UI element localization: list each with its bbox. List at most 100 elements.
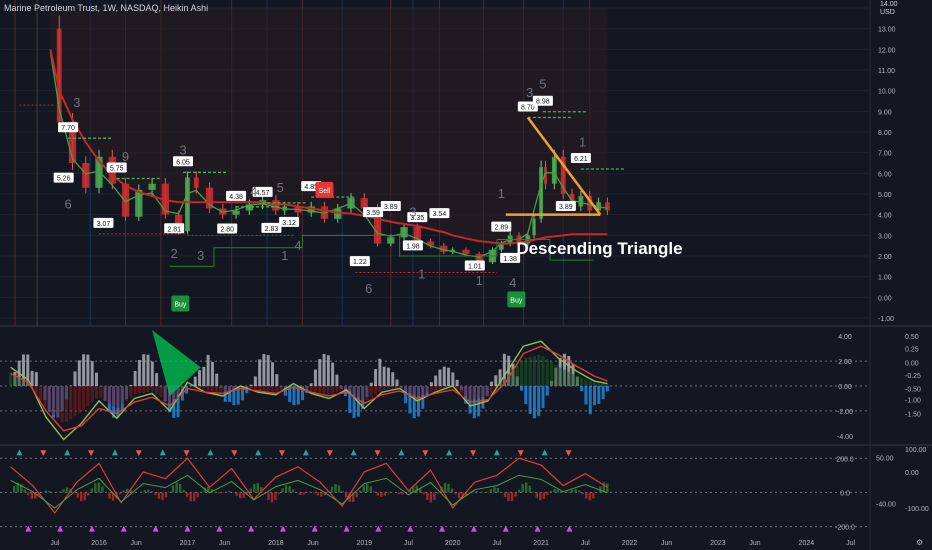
osc2-right-axis-tick: 50.00 bbox=[876, 455, 894, 462]
price-label: 1.01 bbox=[468, 263, 482, 270]
osc1-histogram-bar bbox=[593, 386, 597, 406]
osc1-histogram-bar bbox=[532, 386, 536, 419]
osc2-histogram-bar bbox=[44, 490, 48, 493]
price-candle bbox=[604, 202, 610, 211]
time-axis-tick: Jul bbox=[492, 540, 501, 547]
osc1-histogram-bar bbox=[528, 386, 532, 414]
osc1-momentum-bar bbox=[112, 386, 116, 407]
osc1-momentum-bar bbox=[597, 383, 601, 386]
price-candle bbox=[462, 249, 470, 254]
osc1-momentum-bar bbox=[69, 386, 73, 419]
osc1-momentum-bar bbox=[537, 355, 541, 386]
osc2-histogram-bar bbox=[122, 490, 125, 493]
osc2-histogram-bar bbox=[48, 490, 51, 493]
osc1-momentum-bar bbox=[605, 384, 609, 386]
osc1-histogram-bar bbox=[266, 355, 270, 386]
osc1-momentum-bar bbox=[481, 386, 485, 398]
osc1-momentum-bar bbox=[524, 357, 528, 386]
price-candle bbox=[148, 183, 156, 190]
osc1-momentum-bar bbox=[588, 380, 592, 386]
time-axis-tick: Jul bbox=[404, 540, 413, 547]
osc2-bottom-marker bbox=[502, 525, 509, 532]
osc2-signal-marker bbox=[16, 449, 23, 456]
osc1-momentum-bar bbox=[107, 386, 111, 404]
osc1-histogram-bar bbox=[331, 362, 335, 386]
price-label: 1.38 bbox=[503, 256, 517, 263]
osc1-momentum-bar bbox=[262, 386, 266, 391]
price-axis-tick: 10.00 bbox=[878, 89, 896, 96]
osc1-momentum-bar bbox=[60, 386, 64, 423]
chart-header-title: Marine Petroleum Trust, 1W, NASDAQ, Heik… bbox=[4, 3, 209, 13]
osc1-axis-tick: -2.00 bbox=[837, 409, 853, 416]
osc1-momentum-bar bbox=[56, 386, 60, 419]
osc2-histogram-bar bbox=[532, 491, 535, 493]
wave-count-label: 1 bbox=[418, 267, 425, 282]
osc1-histogram-bar bbox=[434, 375, 438, 386]
osc1-momentum-bar bbox=[339, 386, 343, 391]
wave-count-label: 3 bbox=[409, 205, 416, 220]
osc1-momentum-bar bbox=[120, 386, 124, 405]
osc1-momentum-bar bbox=[90, 386, 94, 403]
osc2-histogram-bar bbox=[125, 488, 129, 493]
osc1-momentum-bar bbox=[554, 364, 558, 386]
osc2-histogram-bar bbox=[157, 492, 161, 499]
osc2-histogram-bar bbox=[90, 488, 94, 493]
osc1-histogram-bar bbox=[588, 386, 592, 415]
osc1-histogram-bar bbox=[206, 354, 210, 386]
osc1-momentum-bar bbox=[356, 386, 360, 398]
price-label: 8.98 bbox=[536, 99, 550, 106]
price-candle bbox=[272, 200, 280, 211]
oscillator-2-panel bbox=[0, 449, 870, 532]
osc1-momentum-bar bbox=[442, 386, 446, 389]
price-label: 2.81 bbox=[167, 226, 181, 233]
wave-count-label: 1 bbox=[498, 186, 505, 201]
osc1-momentum-bar bbox=[202, 386, 206, 390]
osc1-momentum-bar bbox=[232, 386, 236, 389]
wave-count-label: 4 bbox=[509, 275, 516, 290]
osc1-histogram-bar bbox=[313, 369, 317, 386]
osc2-signal-marker bbox=[135, 450, 142, 457]
osc1-histogram-bar bbox=[69, 385, 73, 386]
osc2-histogram-bar bbox=[291, 489, 295, 493]
osc2-signal-marker bbox=[207, 449, 214, 456]
osc1-momentum-bar bbox=[412, 386, 416, 395]
osc1-momentum-bar bbox=[528, 356, 532, 386]
osc2-histogram-bar bbox=[270, 492, 274, 503]
osc2-histogram-bar bbox=[87, 492, 90, 496]
osc1-momentum-bar bbox=[39, 386, 43, 400]
osc1-right-axis-tick: -1.00 bbox=[905, 398, 921, 405]
osc1-momentum-bar bbox=[223, 386, 227, 392]
price-candle bbox=[82, 163, 90, 188]
osc2-histogram-bar bbox=[489, 489, 493, 493]
osc1-momentum-bar bbox=[593, 382, 597, 386]
osc1-histogram-bar bbox=[198, 370, 202, 386]
osc2-histogram-bar bbox=[217, 492, 221, 494]
osc2-histogram-bar bbox=[359, 490, 362, 493]
osc2-histogram-bar bbox=[429, 492, 433, 503]
currency-top-tick: 14.00 bbox=[880, 1, 898, 8]
osc2-histogram-bar bbox=[581, 492, 584, 495]
price-label: 4.38 bbox=[229, 194, 243, 201]
osc2-histogram-bar bbox=[539, 492, 542, 501]
osc1-histogram-bar bbox=[275, 374, 279, 386]
price-label: 1.98 bbox=[406, 243, 420, 250]
osc2-histogram-bar bbox=[422, 492, 425, 495]
osc1-right-axis-tick: -1.50 bbox=[905, 411, 921, 418]
osc2-histogram-bar bbox=[150, 491, 154, 493]
osc1-histogram-bar bbox=[335, 374, 339, 386]
osc1-momentum-bar bbox=[391, 386, 395, 389]
osc1-axis-tick: 4.00 bbox=[838, 334, 852, 341]
osc1-momentum-bar bbox=[313, 386, 317, 393]
osc1-momentum-bar bbox=[348, 386, 352, 391]
osc1-histogram-bar bbox=[90, 361, 94, 386]
osc2-histogram-bar bbox=[443, 482, 447, 493]
time-axis-tick: 2021 bbox=[533, 540, 549, 547]
time-axis-tick: 2024 bbox=[799, 540, 815, 547]
osc1-histogram-bar bbox=[30, 370, 34, 386]
osc2-axis-tick: 200.0 bbox=[836, 456, 854, 463]
osc1-momentum-bar bbox=[344, 386, 348, 389]
price-candle bbox=[400, 227, 408, 238]
osc2-signal-marker bbox=[517, 450, 524, 457]
osc2-histogram-bar bbox=[94, 483, 97, 493]
price-axis-tick: 8.00 bbox=[878, 130, 892, 137]
